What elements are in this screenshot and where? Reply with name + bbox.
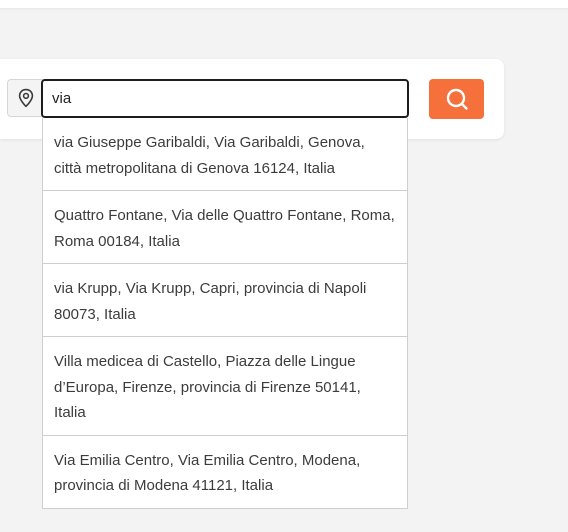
address-search-input[interactable] <box>41 79 409 118</box>
search-icon <box>446 88 468 110</box>
suggestion-item[interactable]: Quattro Fontane, Via delle Quattro Fonta… <box>43 190 407 263</box>
suggestion-item[interactable]: via Krupp, Via Krupp, Capri, provincia d… <box>43 263 407 336</box>
suggestion-item[interactable]: Villa medicea di Castello, Piazza delle … <box>43 336 407 435</box>
location-addon <box>7 79 43 117</box>
search-button[interactable] <box>429 79 484 119</box>
suggestion-item[interactable]: Via Emilia Centro, Via Emilia Centro, Mo… <box>43 434 407 508</box>
suggestion-item[interactable]: via Giuseppe Garibaldi, Via Garibaldi, G… <box>43 118 407 190</box>
map-pin-icon <box>18 88 33 108</box>
suggestion-list: via Giuseppe Garibaldi, Via Garibaldi, G… <box>42 118 408 509</box>
top-bar <box>0 0 568 8</box>
